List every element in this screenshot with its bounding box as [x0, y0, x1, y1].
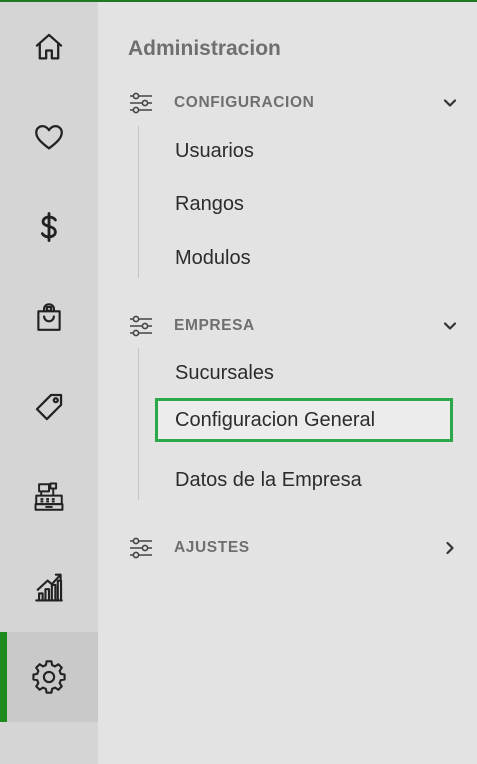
section-configuracion[interactable]: CONFIGURACION [128, 88, 458, 118]
sliders-icon [130, 537, 152, 559]
sidebar-item-shopping[interactable] [0, 272, 98, 362]
sidebar-item-favorites[interactable] [0, 92, 98, 182]
chevron-down-icon [443, 322, 457, 330]
tree-line [138, 348, 139, 500]
icon-sidebar [0, 2, 98, 764]
shopping-bag-icon [37, 303, 61, 331]
home-icon [35, 33, 63, 60]
chevron-down-icon [443, 99, 457, 107]
sliders-icon [130, 92, 152, 114]
menu-item-usuarios[interactable]: Usuarios [175, 139, 254, 163]
tree-line [138, 126, 139, 278]
admin-panel: Administracion CONFIGURACION Usuarios Ra… [98, 2, 477, 764]
section-label: CONFIGURACION [174, 94, 315, 111]
dollar-icon [40, 212, 57, 242]
sidebar-item-home[interactable] [0, 2, 98, 92]
menu-item-sucursales[interactable]: Sucursales [175, 361, 274, 385]
chevron-right-icon [446, 541, 454, 555]
menu-item-datos-empresa[interactable]: Datos de la Empresa [175, 468, 362, 492]
sidebar-item-pos[interactable] [0, 452, 98, 542]
sliders-icon [130, 315, 152, 337]
bar-chart-icon [35, 573, 63, 602]
sidebar-item-settings[interactable] [0, 632, 98, 722]
menu-item-modulos[interactable]: Modulos [175, 246, 251, 270]
sidebar-item-sales[interactable] [0, 182, 98, 272]
section-ajustes[interactable]: AJUSTES [128, 533, 458, 563]
heart-icon [35, 124, 63, 150]
section-label: EMPRESA [174, 317, 255, 334]
gear-icon [32, 660, 66, 694]
sidebar-item-reports[interactable] [0, 542, 98, 632]
cash-register-icon [34, 482, 64, 511]
page-title: Administracion [128, 37, 281, 60]
section-label: AJUSTES [174, 539, 250, 556]
menu-item-rangos[interactable]: Rangos [175, 192, 244, 216]
tag-icon [35, 393, 63, 421]
sidebar-item-tags[interactable] [0, 362, 98, 452]
section-empresa[interactable]: EMPRESA [128, 311, 458, 341]
menu-item-configuracion-general[interactable]: Configuracion General [155, 398, 453, 442]
